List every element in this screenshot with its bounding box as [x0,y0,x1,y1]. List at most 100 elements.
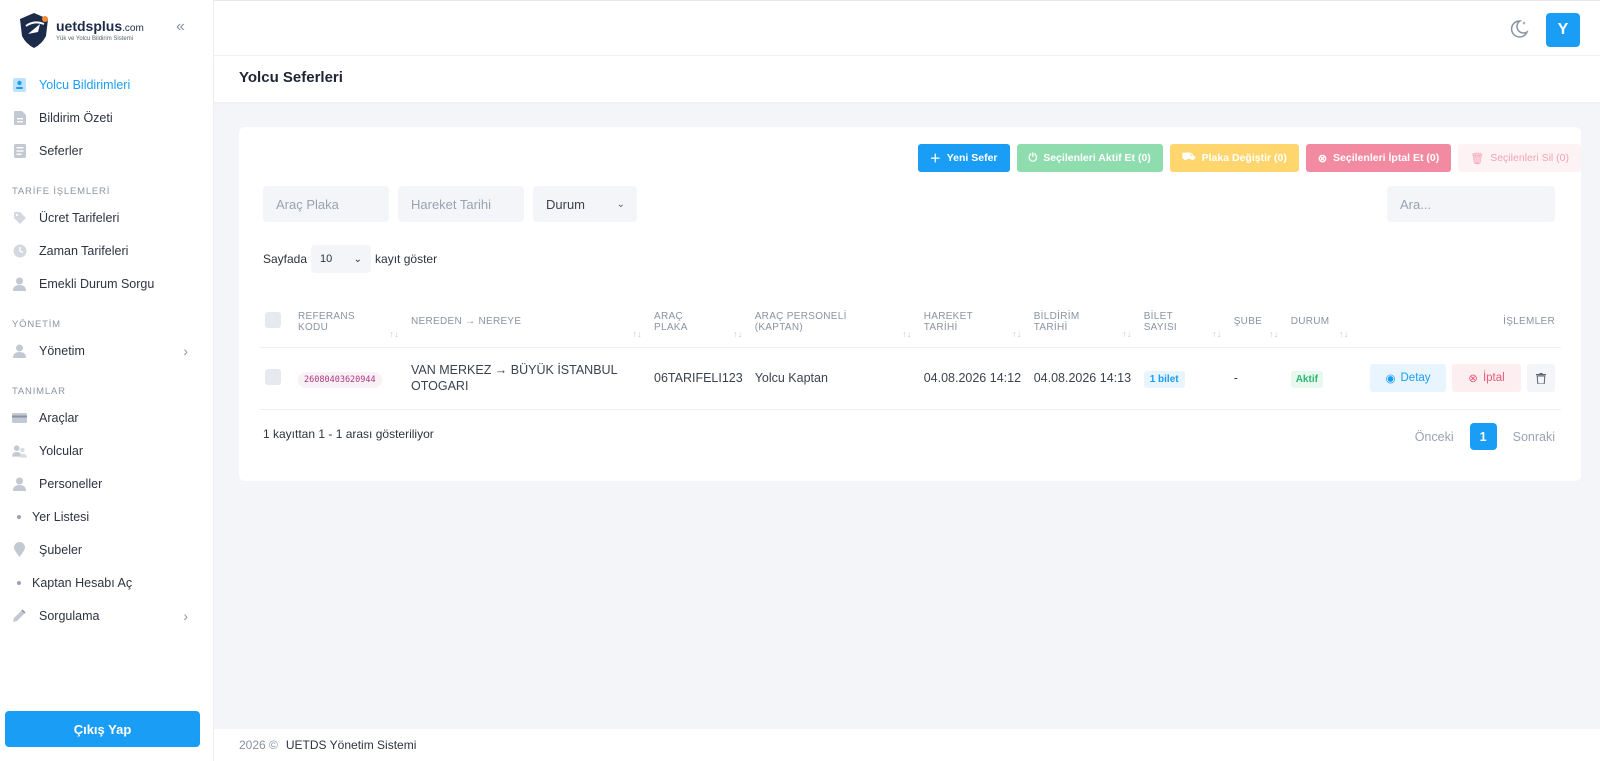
users-icon [12,443,27,458]
cancel-trip-label: İptal [1482,372,1505,384]
route-line1: VAN MERKEZ → BÜYÜK İSTANBUL [411,363,618,377]
col-plate[interactable]: ARAÇ PLAKA ↑↓ [648,297,749,348]
sidebar-item-ucret-tarifeleri[interactable]: Ücret Tarifeleri [0,201,214,234]
cancel-selected-label: Seçilenleri İptal Et (0) [1333,152,1440,164]
clock-icon [12,243,27,258]
col-branch[interactable]: ŞUBE ↑↓ [1227,297,1285,348]
user-icon [12,343,27,358]
sort-icon: ↑↓ [1339,328,1349,339]
section-heading-yonetim: YÖNETİM [12,319,61,330]
select-all-cell [259,297,292,348]
collapse-sidebar-icon[interactable]: « [176,18,185,36]
current-page-button[interactable]: 1 [1469,423,1497,450]
brand-logo[interactable]: uetdsplus.com Yük ve Yolcu Bildirim Sist… [14,10,144,50]
change-plate-button[interactable]: ⛟ Plaka Değiştir (0) [1169,144,1299,172]
cancel-trip-button[interactable]: ⊗ İptal [1452,364,1521,392]
col-departure[interactable]: HAREKET TARİHİ ↑↓ [917,297,1028,348]
page-length-suffix: kayıt göster [375,252,438,266]
row-select-cell [259,347,292,410]
truck-icon: ⛟ [1181,151,1196,163]
sidebar-item-bildirim-ozeti[interactable]: Bildirim Özeti [0,101,214,134]
chevron-down-icon: ⌄ [353,253,363,265]
col-route-label: NEREDEN → NEREYE [411,316,522,328]
col-staff[interactable]: ARAÇ PERSONELİ (KAPTAN) ↑↓ [748,297,918,348]
col-departure-line2: TARİHİ [923,321,958,333]
sidebar-item-label: Yönetim [39,343,85,358]
power-icon: ⏻ [1028,151,1038,164]
tag-icon [12,210,27,225]
sidebar-item-label: Zaman Tarifeleri [39,243,129,258]
select-all-checkbox[interactable] [265,312,281,329]
col-tickets[interactable]: BİLET SAYISI ↑↓ [1137,297,1228,348]
page-length-select[interactable]: 10 ⌄ [311,245,372,273]
eye-icon: ◉ [1385,373,1396,385]
col-plate-line1: ARAÇ [654,310,683,322]
col-status-label: DURUM [1290,316,1330,328]
sidebar-item-araclar[interactable]: Araçlar [0,401,214,434]
col-route[interactable]: NEREDEN → NEREYE ↑↓ [405,297,648,348]
ref-code-badge: 26080403620944 [298,372,382,388]
sidebar-item-label: Sorgulama [39,608,100,623]
status-badge: Aktif [1290,371,1323,388]
sidebar-item-zaman-tarifeleri[interactable]: Zaman Tarifeleri [0,234,214,267]
sidebar-item-seferler[interactable]: Seferler [0,134,214,167]
activate-selected-button[interactable]: ⏻ Seçilenleri Aktif Et (0) [1016,144,1163,172]
sidebar-item-label: Yolcu Bildirimleri [39,77,131,92]
sidebar-item-subeler[interactable]: Şubeler [0,533,214,566]
sidebar-item-yonetim[interactable]: Yönetim › [0,334,214,367]
sidebar-item-yolcu-bildirimleri[interactable]: Yolcu Bildirimleri [0,68,214,101]
sidebar-item-emekli-durum-sorgu[interactable]: Emekli Durum Sorgu [0,267,214,300]
status-filter-select[interactable]: Durum ⌄ [533,186,637,222]
delete-trip-button[interactable] [1527,364,1555,392]
search-input[interactable]: Ara... [1387,186,1555,222]
prev-page-button[interactable]: Önceki [1406,430,1463,444]
col-actions: İŞLEMLER [1354,297,1561,348]
trips-table: REFERANS KODU ↑↓ NEREDEN → NEREYE ↑↓ ARAÇ PL… [259,297,1561,410]
col-notify-line1: BİLDİRİM [1033,310,1080,322]
plate-filter-input[interactable]: Araç Plaka [263,186,389,222]
col-notify[interactable]: BİLDİRİM TARİHİ ↑↓ [1027,297,1138,348]
x-circle-icon: ⊗ [1317,152,1328,165]
status-cell: Aktif [1284,347,1355,410]
toolbar: ＋ Yeni Sefer ⏻ Seçilenleri Aktif Et (0) ⛟ P… [911,144,1581,172]
ticket-count-badge: 1 bilet [1143,371,1185,388]
col-ref[interactable]: REFERANS KODU ↑↓ [292,297,405,348]
detail-button[interactable]: ◉ Detay [1370,364,1446,392]
row-checkbox[interactable] [265,368,281,385]
next-page-button[interactable]: Sonraki [1504,430,1564,444]
table-header-row: REFERANS KODU ↑↓ NEREDEN → NEREYE ↑↓ ARAÇ PL… [259,297,1561,348]
sidebar-item-yolcular[interactable]: Yolcular [0,434,214,467]
ref-cell: 26080403620944 [292,347,405,410]
sort-icon: ↑↓ [1269,328,1279,339]
dark-mode-moon-icon[interactable] [1508,18,1530,40]
sidebar-item-sorgulama[interactable]: Sorgulama › [0,599,214,632]
sidebar-item-label: Araçlar [39,410,79,425]
sidebar-item-yer-listesi[interactable]: Yer Listesi [0,500,214,533]
new-trip-button[interactable]: ＋ Yeni Sefer [917,144,1010,172]
cancel-selected-button[interactable]: ⊗ Seçilenleri İptal Et (0) [1305,144,1452,172]
logo-shield-icon [20,13,48,48]
list-icon [12,143,27,158]
sidebar-item-personeller[interactable]: Personeller [0,467,214,500]
sort-icon: ↑↓ [733,328,743,339]
user-icon [12,476,27,491]
col-ref-line2: KODU [298,321,329,333]
page-title: Yolcu Seferleri [239,69,343,86]
new-trip-label: Yeni Sefer [946,152,998,164]
table-info: 1 kayıttan 1 - 1 arası gösteriliyor [263,427,434,441]
delete-selected-button[interactable]: 🗑 Seçilenleri Sil (0) [1458,144,1581,172]
col-notify-line2: TARİHİ [1033,321,1068,333]
sidebar-item-label: Yer Listesi [32,509,90,524]
col-status[interactable]: DURUM ↑↓ [1284,297,1355,348]
x-circle-icon: ⊗ [1468,373,1478,385]
document-icon [12,110,27,125]
sidebar-nav: Yolcu Bildirimleri Bildirim Özeti Seferl… [0,68,214,632]
user-avatar[interactable]: Y [1546,13,1580,47]
brand-tagline: Yük ve Yolcu Bildirim Sistemi [56,35,134,42]
card-icon [12,410,27,425]
sidebar-item-kaptan-hesabi-ac[interactable]: Kaptan Hesabı Aç [0,566,214,599]
logout-button[interactable]: Çıkış Yap [5,711,200,747]
departure-cell: 04.08.2026 14:12 [917,347,1028,410]
col-tickets-line1: BİLET [1143,310,1173,322]
date-filter-input[interactable]: Hareket Tarihi [398,186,524,222]
